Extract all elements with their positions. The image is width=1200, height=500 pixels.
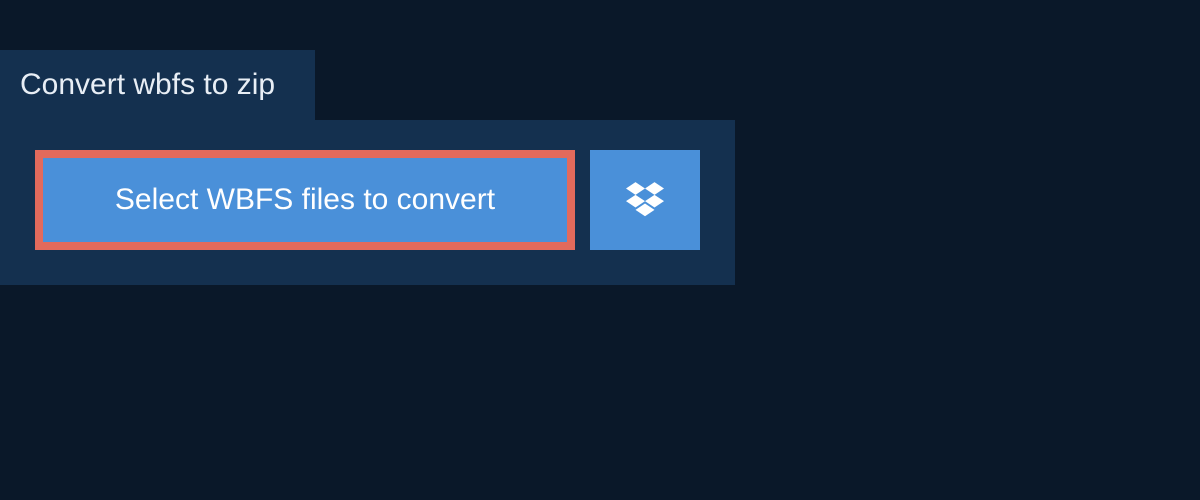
dropbox-button[interactable] — [590, 150, 700, 250]
upload-panel: Select WBFS files to convert — [0, 120, 735, 285]
tab-title: Convert wbfs to zip — [20, 68, 275, 101]
dropbox-icon — [626, 179, 664, 222]
tab-header: Convert wbfs to zip — [0, 50, 315, 120]
converter-container: Convert wbfs to zip Select WBFS files to… — [0, 0, 1200, 285]
select-files-label: Select WBFS files to convert — [115, 183, 495, 217]
select-files-button[interactable]: Select WBFS files to convert — [35, 150, 575, 250]
